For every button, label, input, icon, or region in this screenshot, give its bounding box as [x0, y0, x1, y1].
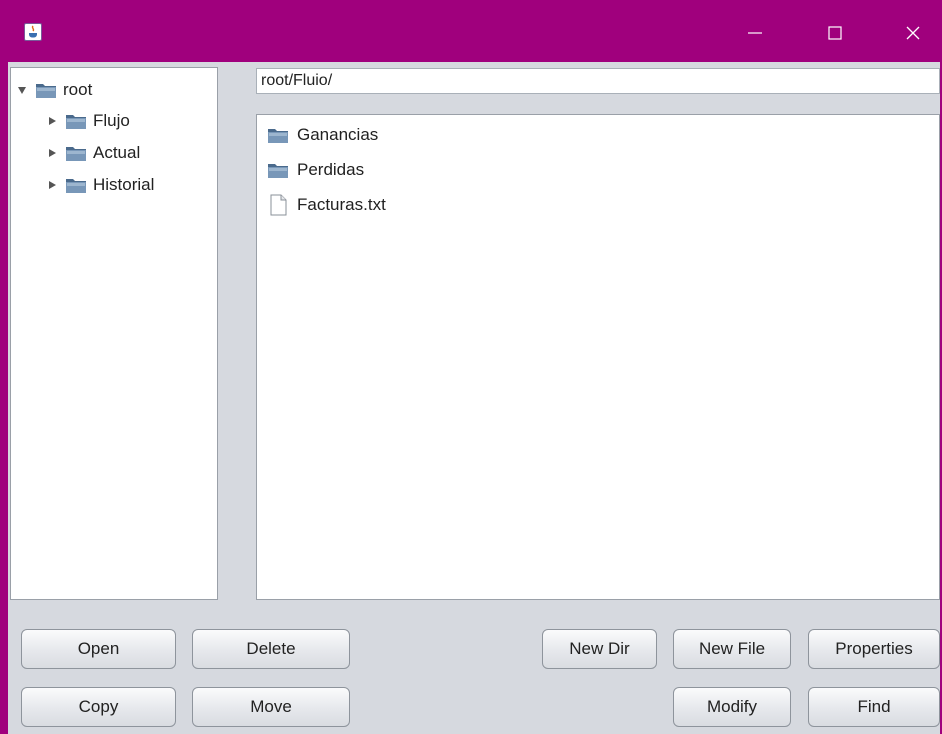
- tree-node-root[interactable]: root: [15, 76, 92, 104]
- minimize-icon: [748, 32, 762, 34]
- java-app-icon: [24, 23, 42, 41]
- find-button[interactable]: Find: [808, 687, 940, 727]
- title-bar[interactable]: [0, 0, 942, 62]
- collapsed-arrow-icon[interactable]: [45, 146, 59, 160]
- open-button[interactable]: Open: [21, 629, 176, 669]
- file-name: Perdidas: [297, 160, 365, 179]
- move-button[interactable]: Move: [192, 687, 350, 727]
- folder-icon: [36, 84, 56, 98]
- collapsed-arrow-icon[interactable]: [45, 178, 59, 192]
- copy-button[interactable]: Copy: [21, 687, 176, 727]
- tree-node-label: Actual: [93, 143, 141, 162]
- file-name: Facturas.txt: [297, 195, 386, 214]
- list-item-facturas[interactable]: Facturas.txt: [267, 191, 386, 219]
- properties-button[interactable]: Properties: [808, 629, 940, 669]
- new-file-button[interactable]: New File: [673, 629, 791, 669]
- expand-arrow-icon[interactable]: [15, 83, 29, 97]
- file-name: Ganancias: [297, 125, 379, 144]
- collapsed-arrow-icon[interactable]: [45, 114, 59, 128]
- new-dir-button[interactable]: New Dir: [542, 629, 657, 669]
- folder-icon: [268, 164, 288, 178]
- tree-node-label: Historial: [93, 175, 155, 194]
- tree-node-label: Flujo: [93, 111, 130, 130]
- modify-button[interactable]: Modify: [673, 687, 791, 727]
- tree-node-actual[interactable]: Actual: [45, 139, 140, 167]
- file-icon: [270, 194, 287, 216]
- tree-node-flujo[interactable]: Flujo: [45, 107, 130, 135]
- close-button[interactable]: [890, 14, 936, 52]
- maximize-icon: [828, 26, 842, 40]
- list-item-ganancias[interactable]: Ganancias: [267, 121, 378, 149]
- minimize-button[interactable]: [732, 14, 778, 52]
- tree-node-label: root: [63, 80, 93, 99]
- path-input[interactable]: [256, 68, 940, 94]
- folder-icon: [66, 147, 86, 161]
- tree-node-historial[interactable]: Historial: [45, 171, 154, 199]
- folder-icon: [268, 129, 288, 143]
- list-item-perdidas[interactable]: Perdidas: [267, 156, 364, 184]
- directory-tree[interactable]: root Flujo Actual Historial: [10, 67, 218, 600]
- file-list[interactable]: Ganancias Perdidas Facturas.txt: [256, 114, 940, 600]
- folder-icon: [66, 115, 86, 129]
- folder-icon: [66, 179, 86, 193]
- maximize-button[interactable]: [812, 14, 858, 52]
- close-icon: [906, 26, 920, 40]
- delete-button[interactable]: Delete: [192, 629, 350, 669]
